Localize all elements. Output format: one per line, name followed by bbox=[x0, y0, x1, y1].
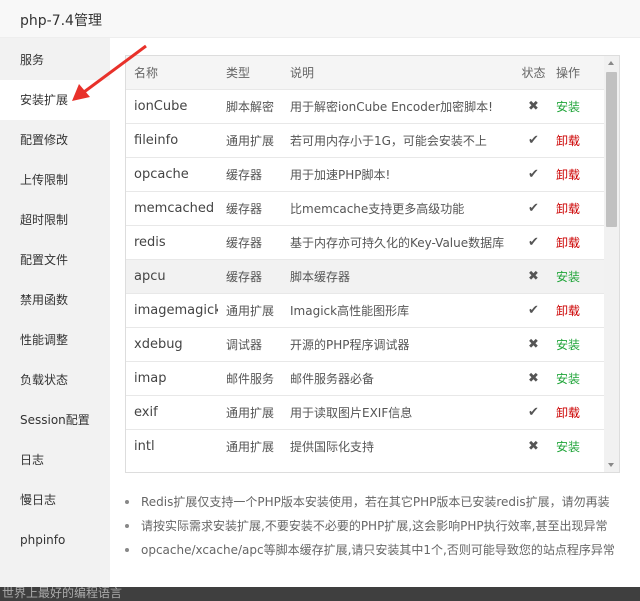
ext-desc: 脚本缓存器 bbox=[290, 269, 351, 284]
ext-name: imap bbox=[134, 370, 167, 386]
sidebar-item-performance[interactable]: 性能调整 bbox=[0, 320, 110, 360]
ext-desc: 若可用内存小于1G，可能会安装不上 bbox=[290, 133, 487, 148]
sidebar-item-timeout-limit[interactable]: 超时限制 bbox=[0, 200, 110, 240]
ext-type: 通用扩展 bbox=[226, 133, 275, 148]
sidebar-item-config-edit[interactable]: 配置修改 bbox=[0, 120, 110, 160]
install-button[interactable]: 安装 bbox=[556, 440, 580, 454]
table-row: xdebug 调试器 开源的PHP程序调试器 ✖ 安装 bbox=[126, 327, 606, 361]
sidebar-nav: 服务 安装扩展 配置修改 上传限制 超时限制 配置文件 禁用函数 性能调整 负载… bbox=[0, 38, 110, 587]
sidebar-item-phpinfo[interactable]: phpinfo bbox=[0, 520, 110, 560]
ext-desc: Imagick高性能图形库 bbox=[290, 303, 410, 318]
ext-desc: 用于解密ionCube Encoder加密脚本! bbox=[290, 99, 493, 114]
help-notes: Redis扩展仅支持一个PHP版本安装使用，若在其它PHP版本已安装redis扩… bbox=[125, 494, 635, 566]
cross-icon: ✖ bbox=[528, 438, 539, 454]
cross-icon: ✖ bbox=[528, 370, 539, 386]
table-row: imagemagick 通用扩展 Imagick高性能图形库 ✔ 卸载 bbox=[126, 293, 606, 327]
ext-desc: 用于加速PHP脚本! bbox=[290, 167, 391, 182]
ext-desc: 用于读取图片EXIF信息 bbox=[290, 405, 413, 420]
extensions-table: 名称 类型 说明 状态 操作 ionCube 脚本解密 用于解密ionCube … bbox=[126, 56, 606, 463]
check-icon: ✔ bbox=[528, 302, 539, 318]
table-scrollbar[interactable] bbox=[604, 56, 619, 472]
table-row: ionCube 脚本解密 用于解密ionCube Encoder加密脚本! ✖ … bbox=[126, 89, 606, 123]
help-note: opcache/xcache/apc等脚本缓存扩展,请只安装其中1个,否则可能导… bbox=[125, 542, 635, 566]
table-row: exif 通用扩展 用于读取图片EXIF信息 ✔ 卸载 bbox=[126, 395, 606, 429]
ext-name: exif bbox=[134, 404, 158, 420]
ext-type: 缓存器 bbox=[226, 235, 263, 250]
ext-type: 通用扩展 bbox=[226, 439, 275, 454]
header-desc: 说明 bbox=[290, 65, 315, 80]
ext-desc: 提供国际化支持 bbox=[290, 439, 375, 454]
ext-name: memcached bbox=[134, 200, 215, 216]
ext-type: 邮件服务 bbox=[226, 371, 275, 386]
table-header-row: 名称 类型 说明 状态 操作 bbox=[126, 56, 606, 89]
table-row: redis 缓存器 基于内存亦可持久化的Key-Value数据库 ✔ 卸载 bbox=[126, 225, 606, 259]
install-button[interactable]: 安装 bbox=[556, 372, 580, 386]
header-type: 类型 bbox=[226, 65, 251, 80]
check-icon: ✔ bbox=[528, 200, 539, 216]
header-op: 操作 bbox=[556, 65, 581, 80]
sidebar-item-disabled-functions[interactable]: 禁用函数 bbox=[0, 280, 110, 320]
table-row: apcu 缓存器 脚本缓存器 ✖ 安装 bbox=[126, 259, 606, 293]
sidebar-item-load-status[interactable]: 负载状态 bbox=[0, 360, 110, 400]
uninstall-button[interactable]: 卸载 bbox=[556, 406, 580, 420]
background-page-strip: 世界上最好的编程语言 bbox=[0, 587, 640, 601]
sidebar-item-upload-limit[interactable]: 上传限制 bbox=[0, 160, 110, 200]
table-row: memcached 缓存器 比memcache支持更多高级功能 ✔ 卸载 bbox=[126, 191, 606, 225]
uninstall-button[interactable]: 卸载 bbox=[556, 236, 580, 250]
sidebar-item-session-config[interactable]: Session配置 bbox=[0, 400, 110, 440]
ext-name: fileinfo bbox=[134, 132, 179, 148]
sidebar-item-log[interactable]: 日志 bbox=[0, 440, 110, 480]
check-icon: ✔ bbox=[528, 404, 539, 420]
check-icon: ✔ bbox=[528, 166, 539, 182]
table-row: opcache 缓存器 用于加速PHP脚本! ✔ 卸载 bbox=[126, 157, 606, 191]
ext-name: opcache bbox=[134, 166, 189, 182]
ext-type: 调试器 bbox=[226, 337, 263, 352]
ext-name: imagemagick bbox=[134, 302, 218, 318]
cross-icon: ✖ bbox=[528, 336, 539, 352]
scroll-up-arrow-icon[interactable] bbox=[604, 56, 619, 70]
scrollbar-thumb[interactable] bbox=[606, 72, 617, 227]
table-row: imap 邮件服务 邮件服务器必备 ✖ 安装 bbox=[126, 361, 606, 395]
ext-type: 通用扩展 bbox=[226, 303, 275, 318]
ext-desc: 基于内存亦可持久化的Key-Value数据库 bbox=[290, 235, 505, 250]
arrow-shaft bbox=[83, 44, 147, 94]
help-note: 请按实际需求安装扩展,不要安装不必要的PHP扩展,这会影响PHP执行效率,甚至出… bbox=[125, 518, 635, 542]
ext-type: 通用扩展 bbox=[226, 405, 275, 420]
arrow-head bbox=[72, 84, 90, 101]
uninstall-button[interactable]: 卸载 bbox=[556, 168, 580, 182]
main-panel: 名称 类型 说明 状态 操作 ionCube 脚本解密 用于解密ionCube … bbox=[110, 38, 640, 587]
header-status: 状态 bbox=[521, 65, 546, 80]
check-icon: ✔ bbox=[528, 132, 539, 148]
ext-desc: 比memcache支持更多高级功能 bbox=[290, 201, 465, 216]
ext-name: apcu bbox=[134, 268, 166, 284]
ext-name: redis bbox=[134, 234, 166, 250]
ext-desc: 开源的PHP程序调试器 bbox=[290, 337, 410, 352]
ext-type: 缓存器 bbox=[226, 269, 263, 284]
sidebar-item-config-file[interactable]: 配置文件 bbox=[0, 240, 110, 280]
cross-icon: ✖ bbox=[528, 98, 539, 114]
install-button[interactable]: 安装 bbox=[556, 270, 580, 284]
install-button[interactable]: 安装 bbox=[556, 100, 580, 114]
extensions-table-container: 名称 类型 说明 状态 操作 ionCube 脚本解密 用于解密ionCube … bbox=[125, 55, 620, 473]
cross-icon: ✖ bbox=[528, 268, 539, 284]
check-icon: ✔ bbox=[528, 234, 539, 250]
ext-type: 缓存器 bbox=[226, 201, 263, 216]
ext-name: intl bbox=[134, 438, 155, 454]
sidebar-item-slow-log[interactable]: 慢日志 bbox=[0, 480, 110, 520]
table-row: intl 通用扩展 提供国际化支持 ✖ 安装 bbox=[126, 429, 606, 463]
ext-type: 缓存器 bbox=[226, 167, 263, 182]
ext-type: 脚本解密 bbox=[226, 99, 275, 114]
help-note: Redis扩展仅支持一个PHP版本安装使用，若在其它PHP版本已安装redis扩… bbox=[125, 494, 635, 518]
annotation-arrow-icon bbox=[72, 44, 147, 101]
scroll-down-arrow-icon[interactable] bbox=[604, 458, 619, 472]
ext-desc: 邮件服务器必备 bbox=[290, 371, 375, 386]
install-button[interactable]: 安装 bbox=[556, 338, 580, 352]
ext-name: xdebug bbox=[134, 336, 183, 352]
background-text: 世界上最好的编程语言 bbox=[2, 587, 123, 600]
uninstall-button[interactable]: 卸载 bbox=[556, 202, 580, 216]
table-row: fileinfo 通用扩展 若可用内存小于1G，可能会安装不上 ✔ 卸载 bbox=[126, 123, 606, 157]
uninstall-button[interactable]: 卸载 bbox=[556, 134, 580, 148]
uninstall-button[interactable]: 卸载 bbox=[556, 304, 580, 318]
